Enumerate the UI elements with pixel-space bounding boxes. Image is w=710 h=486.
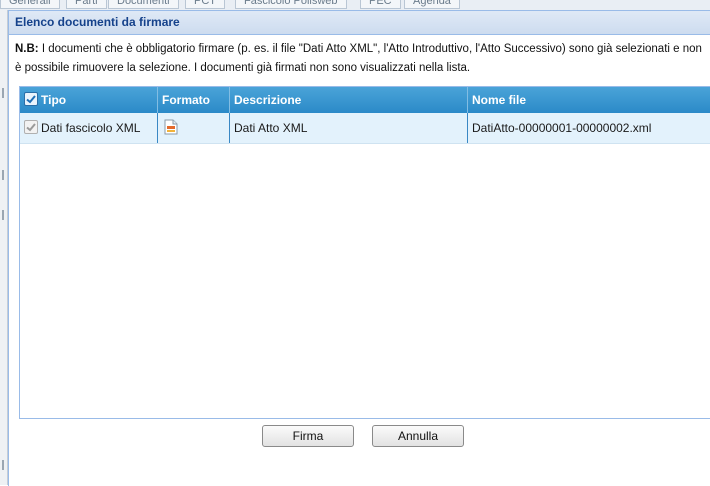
sign-button[interactable]: Firma	[262, 425, 354, 447]
grid-header: Tipo Formato Descrizione Nome file	[20, 87, 710, 113]
select-all-checkbox[interactable]	[24, 92, 38, 106]
checkmark-icon	[26, 123, 36, 132]
tab-documenti[interactable]: Documenti	[108, 0, 179, 9]
dialog-title: Elenco documenti da firmare	[9, 11, 710, 35]
dialog-note: N.B: I documenti che è obbligatorio firm…	[9, 35, 710, 78]
column-header-tipo[interactable]: Tipo	[20, 87, 158, 113]
cell-tipo: Dati fascicolo XML	[20, 113, 158, 143]
cancel-button[interactable]: Annulla	[372, 425, 464, 447]
column-header-nome-file[interactable]: Nome file	[468, 87, 710, 113]
panel-edge-mark	[2, 460, 4, 470]
documents-grid: Tipo Formato Descrizione Nome file Dati …	[19, 86, 710, 419]
checkmark-icon	[26, 95, 36, 104]
note-label: N.B:	[15, 43, 39, 55]
cell-nome-file: DatiAtto-00000001-00000002.xml	[472, 121, 652, 135]
column-header-descrizione[interactable]: Descrizione	[230, 87, 468, 113]
cell-formato	[158, 113, 230, 143]
dialog-buttons: Firma Annulla	[9, 425, 710, 451]
sign-documents-dialog: Elenco documenti da firmare N.B: I docum…	[8, 10, 710, 486]
row-checkbox	[24, 120, 38, 134]
xml-file-icon	[164, 116, 178, 143]
panel-edge-mark	[2, 210, 4, 220]
column-label-tipo: Tipo	[41, 93, 67, 107]
tab-parti[interactable]: Parti	[66, 0, 107, 9]
table-row[interactable]: Dati fascicolo XML Dati Atto XML DatiAtt…	[20, 113, 710, 144]
cell-descrizione: Dati Atto XML	[230, 113, 468, 143]
tab-generali[interactable]: Generali	[0, 0, 60, 9]
cell-tipo-text: Dati fascicolo XML	[41, 121, 141, 135]
tab-pec[interactable]: PEC	[360, 0, 401, 9]
tab-pct[interactable]: PCT	[185, 0, 225, 9]
note-text: I documenti che è obbligatorio firmare (…	[15, 43, 702, 74]
background-panel-edge	[0, 10, 8, 485]
column-header-formato[interactable]: Formato	[158, 87, 230, 113]
tab-agenda[interactable]: Agenda	[404, 0, 460, 9]
panel-edge-mark	[2, 170, 4, 180]
tab-fascicolo-polisweb[interactable]: Fascicolo Polisweb	[235, 0, 347, 9]
panel-edge-mark	[2, 88, 4, 98]
